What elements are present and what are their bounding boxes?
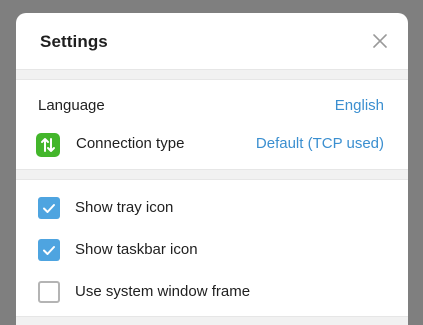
checkmark-icon: [43, 204, 55, 213]
show-taskbar-icon-checkbox[interactable]: [38, 239, 60, 261]
section-divider: [16, 169, 408, 180]
section-divider: [16, 69, 408, 80]
show-tray-icon-label: Show tray icon: [75, 199, 174, 216]
use-system-window-frame-option[interactable]: Use system window frame: [16, 281, 408, 311]
connection-arrows-icon: [36, 133, 60, 157]
use-system-window-frame-label: Use system window frame: [75, 283, 251, 300]
checkmark-icon: [43, 246, 55, 255]
show-tray-icon-checkbox[interactable]: [38, 197, 60, 219]
connection-type-row[interactable]: Connection type Default (TCP used): [16, 133, 408, 163]
use-system-window-frame-checkbox[interactable]: [38, 281, 60, 303]
section-divider: [16, 316, 408, 325]
dialog-title: Settings: [40, 32, 108, 51]
language-label: Language: [38, 97, 105, 114]
settings-dialog: Settings Language English Connection typ…: [16, 13, 408, 325]
options-section: Show tray icon Show taskbar icon Use sys…: [16, 180, 408, 320]
show-taskbar-icon-label: Show taskbar icon: [75, 241, 198, 258]
general-section: Language English Connection type Default…: [16, 80, 408, 169]
language-value-link[interactable]: English: [335, 97, 384, 114]
close-icon[interactable]: [372, 33, 388, 49]
show-taskbar-icon-option[interactable]: Show taskbar icon: [16, 239, 408, 269]
dialog-header: Settings: [16, 13, 408, 69]
connection-type-label: Connection type: [76, 135, 185, 152]
connection-type-value-link[interactable]: Default (TCP used): [256, 135, 384, 152]
show-tray-icon-option[interactable]: Show tray icon: [16, 197, 408, 227]
language-row[interactable]: Language English: [16, 97, 408, 127]
